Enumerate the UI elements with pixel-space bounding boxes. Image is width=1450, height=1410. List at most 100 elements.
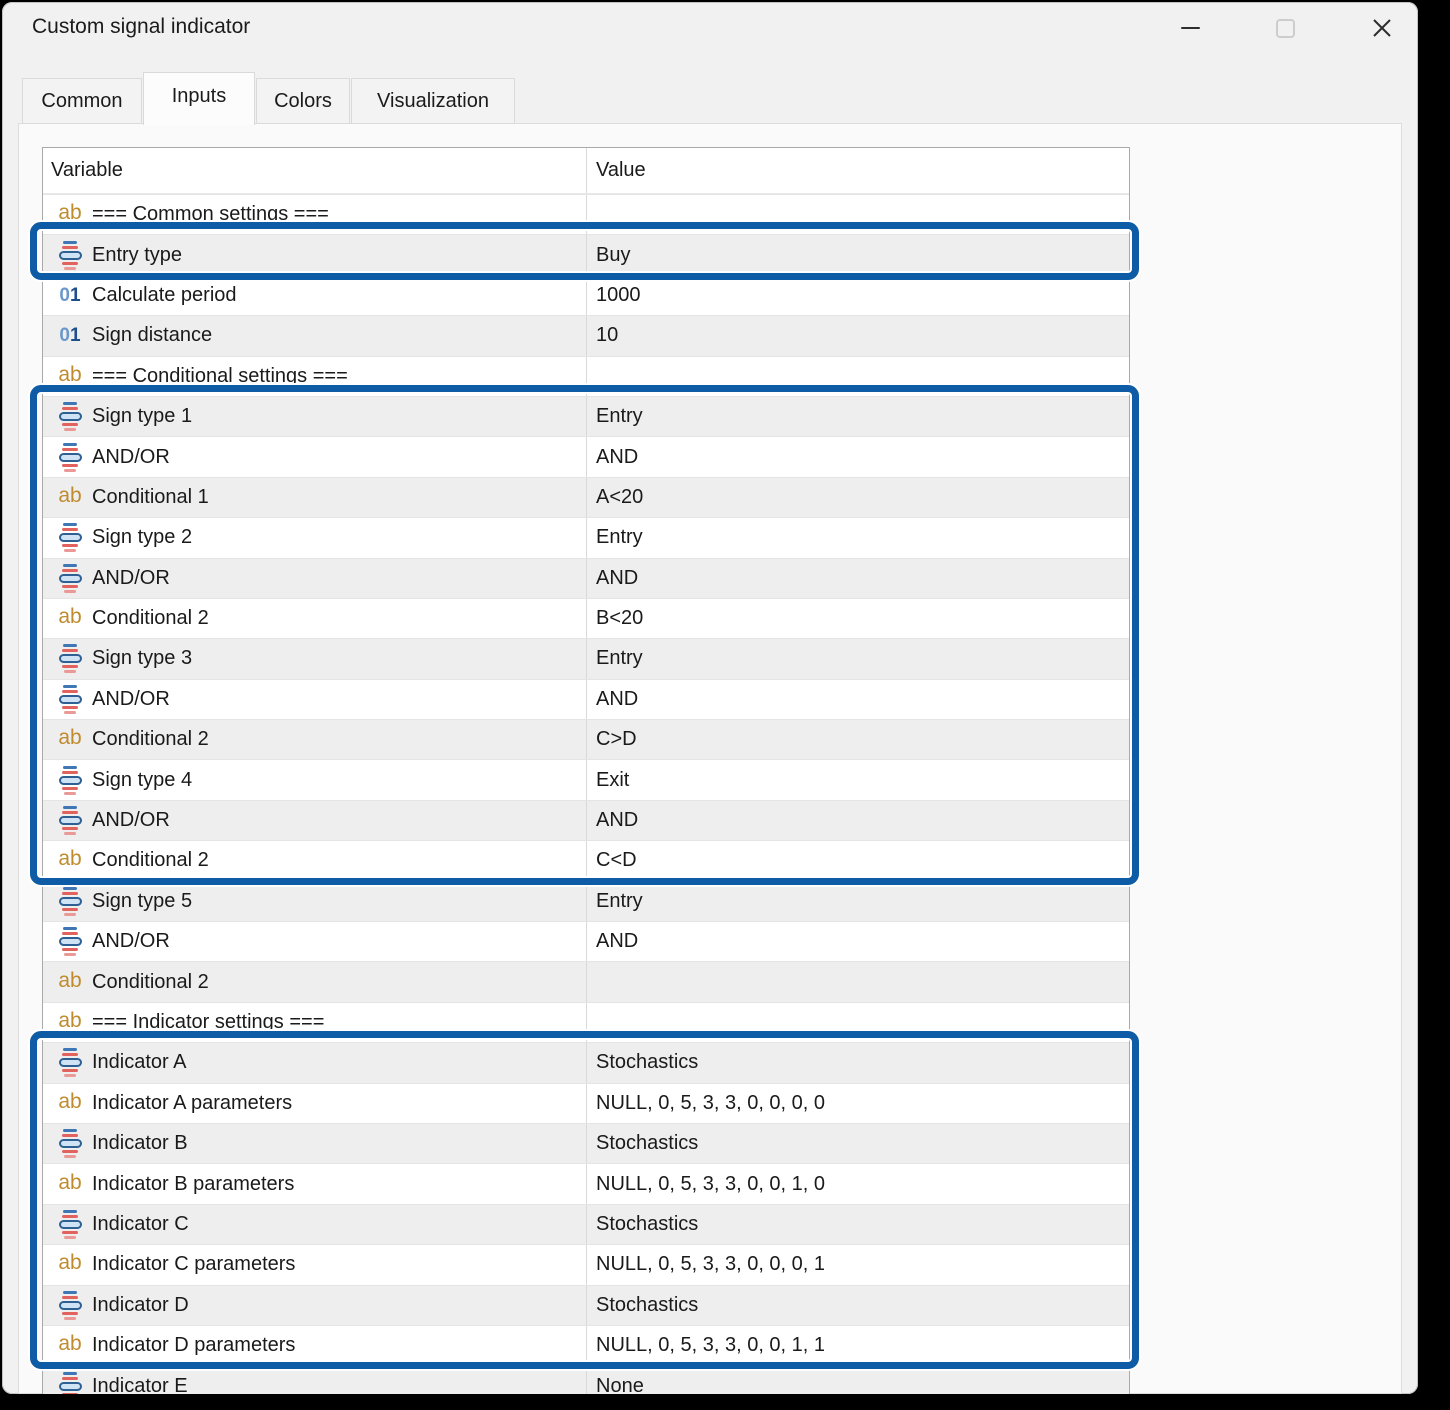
row-value[interactable]: Stochastics (586, 1285, 1129, 1325)
title-bar[interactable]: Custom signal indicator (2, 2, 1418, 60)
table-row[interactable]: AND/OR AND (43, 799, 1129, 841)
tab-common[interactable]: Common (22, 78, 142, 124)
row-value[interactable] (586, 195, 1129, 235)
row-variable-cell[interactable]: ab Conditional 2 (43, 962, 586, 1001)
row-variable-cell[interactable]: AND/OR (43, 680, 586, 719)
row-value[interactable]: Entry (586, 518, 1129, 558)
row-variable-cell[interactable]: ab === Indicator settings === (43, 1003, 586, 1042)
string-input-icon: ab (58, 605, 82, 629)
row-value[interactable]: NULL, 0, 5, 3, 3, 0, 0, 1, 0 (586, 1164, 1129, 1204)
table-row[interactable]: ab Conditional 2 C>D (43, 719, 1129, 760)
row-variable-cell[interactable]: Sign type 5 (43, 882, 586, 921)
table-row[interactable]: Entry type Buy (43, 234, 1129, 275)
table-row[interactable]: ab Indicator D parameters NULL, 0, 5, 3, 3… (43, 1324, 1129, 1366)
table-row[interactable]: AND/OR AND (43, 436, 1129, 477)
row-variable-cell[interactable]: ab Indicator C parameters (43, 1245, 586, 1284)
maximize-button[interactable] (1240, 2, 1330, 54)
table-row[interactable]: Indicator C Stochastics (43, 1203, 1129, 1245)
row-variable-cell[interactable]: Indicator A (43, 1043, 586, 1082)
row-value[interactable]: Stochastics (586, 1204, 1129, 1245)
table-row[interactable]: Indicator B Stochastics (43, 1122, 1129, 1164)
row-variable-cell[interactable]: AND/OR (43, 437, 586, 476)
row-value[interactable]: Entry (586, 639, 1129, 679)
row-value[interactable]: None (586, 1366, 1129, 1394)
row-value[interactable]: 10 (586, 316, 1129, 356)
table-row[interactable]: ab === Conditional settings === (43, 355, 1129, 396)
row-variable-cell[interactable]: 0 1 Calculate period (43, 276, 586, 315)
row-value[interactable] (586, 1002, 1129, 1043)
row-variable-cell[interactable]: AND/OR (43, 801, 586, 840)
table-row[interactable]: ab === Common settings === (43, 194, 1129, 235)
row-value[interactable]: AND (586, 558, 1129, 598)
row-value[interactable] (586, 356, 1129, 396)
row-value[interactable]: NULL, 0, 5, 3, 3, 0, 0, 0, 0 (586, 1083, 1129, 1123)
table-row[interactable]: Sign type 3 Entry (43, 638, 1129, 679)
close-button[interactable] (1337, 2, 1418, 54)
row-value[interactable]: NULL, 0, 5, 3, 3, 0, 0, 1, 1 (586, 1325, 1129, 1366)
row-value[interactable]: Stochastics (586, 1043, 1129, 1083)
table-row[interactable]: AND/OR AND (43, 557, 1129, 598)
row-variable-cell[interactable]: ab Conditional 2 (43, 841, 586, 880)
row-value[interactable]: A<20 (586, 477, 1129, 518)
row-variable-cell[interactable]: Sign type 1 (43, 397, 586, 436)
row-variable-cell[interactable]: ab Conditional 2 (43, 599, 586, 638)
row-variable-cell[interactable]: ab Indicator A parameters (43, 1084, 586, 1123)
table-row[interactable]: ab Conditional 1 A<20 (43, 476, 1129, 518)
row-value[interactable]: Exit (586, 760, 1129, 800)
row-variable-cell[interactable]: AND/OR (43, 559, 586, 598)
table-row[interactable]: Sign type 2 Entry (43, 517, 1129, 558)
table-row[interactable]: ab Indicator A parameters NULL, 0, 5, 3, 3… (43, 1082, 1129, 1123)
table-row[interactable]: Indicator A Stochastics (43, 1042, 1129, 1083)
table-row[interactable]: ab Conditional 2 C<D (43, 840, 1129, 881)
row-value[interactable] (586, 962, 1129, 1002)
row-value[interactable]: AND (586, 437, 1129, 477)
row-value[interactable]: AND (586, 800, 1129, 841)
row-variable-cell[interactable]: ab Indicator B parameters (43, 1164, 586, 1203)
row-variable-cell[interactable]: Sign type 3 (43, 639, 586, 678)
table-row[interactable]: ab Conditional 2 B<20 (43, 597, 1129, 639)
row-value[interactable]: Buy (586, 235, 1129, 275)
table-row[interactable]: 0 1 Sign distance 10 (43, 315, 1129, 356)
column-header-variable: Variable (51, 159, 123, 181)
row-value[interactable]: AND (586, 679, 1129, 720)
row-variable-cell[interactable]: Indicator E (43, 1366, 586, 1394)
row-variable-cell[interactable]: ab Conditional 1 (43, 478, 586, 517)
row-value[interactable]: C>D (586, 720, 1129, 760)
row-variable-cell[interactable]: 0 1 Sign distance (43, 316, 586, 355)
table-row[interactable]: ab Conditional 2 (43, 961, 1129, 1002)
row-value[interactable]: Entry (586, 881, 1129, 922)
table-row[interactable]: Sign type 1 Entry (43, 395, 1129, 437)
table-row[interactable]: Sign type 4 Exit (43, 759, 1129, 800)
row-variable-cell[interactable]: Entry type (43, 235, 586, 274)
row-variable-cell[interactable]: Indicator C (43, 1205, 586, 1244)
row-value[interactable]: AND (586, 922, 1129, 962)
table-row[interactable]: ab Indicator B parameters NULL, 0, 5, 3, 3… (43, 1163, 1129, 1204)
row-value[interactable]: Stochastics (586, 1123, 1129, 1164)
table-row[interactable]: AND/OR AND (43, 678, 1129, 720)
row-variable-cell[interactable]: ab === Conditional settings === (43, 357, 586, 396)
row-variable-cell[interactable]: Sign type 4 (43, 760, 586, 799)
row-value[interactable]: Entry (586, 396, 1129, 437)
row-value[interactable]: NULL, 0, 5, 3, 3, 0, 0, 0, 1 (586, 1245, 1129, 1285)
tab-colors[interactable]: Colors (256, 78, 350, 124)
row-variable-cell[interactable]: AND/OR (43, 922, 586, 961)
minimize-button[interactable] (1145, 2, 1235, 54)
row-variable-cell[interactable]: ab === Common settings === (43, 195, 586, 234)
table-row[interactable]: AND/OR AND (43, 921, 1129, 962)
row-value[interactable]: C<D (586, 841, 1129, 881)
table-row[interactable]: 0 1 Calculate period 1000 (43, 274, 1129, 316)
tab-visualization[interactable]: Visualization (351, 78, 515, 124)
table-row[interactable]: ab === Indicator settings === (43, 1001, 1129, 1043)
table-row[interactable]: Indicator D Stochastics (43, 1284, 1129, 1325)
table-row[interactable]: Indicator E None (43, 1365, 1129, 1394)
row-variable-cell[interactable]: ab Indicator D parameters (43, 1326, 586, 1365)
tab-inputs[interactable]: Inputs (143, 72, 255, 125)
table-row[interactable]: Sign type 5 Entry (43, 880, 1129, 922)
row-variable-cell[interactable]: Indicator B (43, 1124, 586, 1163)
row-variable-cell[interactable]: ab Conditional 2 (43, 720, 586, 759)
table-row[interactable]: ab Indicator C parameters NULL, 0, 5, 3, 3… (43, 1244, 1129, 1285)
row-value[interactable]: B<20 (586, 598, 1129, 639)
row-value[interactable]: 1000 (586, 275, 1129, 316)
row-variable-cell[interactable]: Indicator D (43, 1286, 586, 1325)
row-variable-cell[interactable]: Sign type 2 (43, 518, 586, 557)
